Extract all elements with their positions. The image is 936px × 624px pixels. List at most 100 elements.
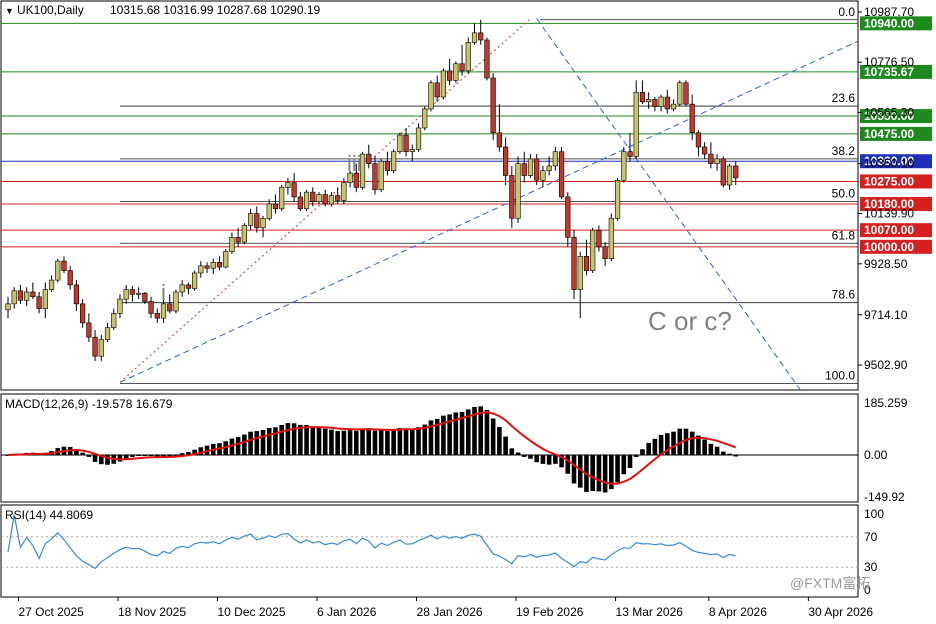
fib-level-label: 50.0 (832, 187, 856, 201)
macd-hist-bar (248, 431, 253, 455)
candle-body (366, 153, 372, 164)
x-axis-label: 27 Oct 2025 (18, 605, 84, 619)
macd-hist-bar (546, 455, 552, 465)
x-axis-label: 19 Feb 2026 (516, 605, 584, 619)
wave-label-i: i (161, 280, 166, 305)
candle-body (720, 158, 726, 186)
candle-body (478, 32, 484, 41)
macd-hist-bar (304, 425, 309, 455)
macd-hist-bar (322, 428, 328, 455)
macd-hist-bar (410, 428, 415, 455)
candle-body (148, 301, 154, 314)
candle-body (117, 298, 123, 314)
candle-body (664, 96, 670, 110)
rsi-axis-label: 100 (864, 507, 884, 521)
candle-body (86, 322, 92, 338)
candle-body (179, 284, 185, 293)
candle-body (552, 151, 558, 167)
macd-hist-bar (727, 453, 732, 455)
price-level-label: 10070.00 (864, 223, 914, 237)
candle-body (80, 303, 86, 324)
candle-body (490, 77, 496, 134)
macd-hist-bar (366, 428, 372, 455)
candle-body (565, 196, 571, 238)
macd-hist-bar (497, 426, 502, 455)
candle-body (235, 237, 241, 243)
wave-label-iii: iii (347, 151, 362, 176)
x-axis-label: 28 Jan 2026 (417, 605, 483, 619)
macd-hist-bar (640, 449, 645, 455)
candle-body (484, 39, 490, 79)
price-level-label: 10275.00 (864, 174, 914, 188)
candle-body (92, 336, 98, 357)
candle-body (192, 272, 198, 289)
macd-hist-bar (266, 428, 272, 455)
candle-body (646, 99, 652, 103)
candle-body (608, 217, 614, 260)
macd-hist-bar (347, 429, 353, 455)
macd-hist-bar (484, 410, 490, 455)
candle-body (24, 291, 30, 301)
candle-body (266, 203, 272, 219)
macd-hist-bar (503, 436, 508, 455)
macd-hist-bar (590, 455, 595, 491)
macd-hist-bar (646, 442, 651, 455)
candle-body (627, 151, 633, 157)
macd-hist-bar (136, 455, 141, 456)
macd-hist-bar (714, 446, 720, 455)
macd-hist-bar (378, 430, 384, 455)
macd-label: MACD(12,26,9) -19.578 16.679 (5, 397, 173, 411)
macd-hist-bar (279, 424, 284, 455)
rsi-axis-label: 30 (864, 560, 878, 574)
rsi-axis-label: 70 (864, 530, 878, 544)
candle-body (583, 256, 590, 271)
candle-body (708, 153, 714, 164)
macd-hist-bar (341, 430, 347, 455)
candle-body (527, 158, 534, 176)
candle-body (453, 63, 459, 81)
candle-body (55, 260, 61, 281)
candle-body (558, 151, 565, 198)
candle-body (397, 134, 403, 153)
candle-body (689, 103, 695, 134)
axis-tick-label: 10776.50 (864, 55, 914, 69)
macd-hist-bar (422, 424, 428, 455)
candle-body (633, 91, 639, 157)
macd-hist-bar (92, 455, 98, 462)
macd-hist-bar (509, 448, 515, 455)
x-axis-label: 8 Apr 2026 (709, 605, 767, 619)
candle-body (279, 187, 285, 210)
wave-label-c: C or c? (648, 306, 732, 336)
candle-body (465, 42, 471, 72)
axis-tick-label: 10139.90 (864, 207, 914, 221)
macd-hist-bar (142, 455, 148, 456)
candle-body (440, 70, 447, 98)
macd-axis-label: -149.92 (864, 490, 905, 504)
candle-body (509, 175, 515, 219)
candle-body (577, 256, 583, 290)
x-axis-label: 6 Jan 2026 (317, 605, 377, 619)
macd-hist-bar (596, 455, 602, 492)
fib-level-label: 0.0 (838, 5, 855, 19)
macd-hist-bar (521, 455, 527, 457)
axis-tick-label: 10565.30 (864, 105, 914, 119)
candle-body (714, 158, 720, 164)
axis-tick-label: 10987.70 (864, 5, 914, 19)
candle-body (602, 246, 608, 260)
candle-body (434, 82, 440, 98)
fib-level-label: 78.6 (832, 288, 856, 302)
macd-hist-bar (721, 451, 726, 455)
brand-watermark: @FXTM富拓 (790, 575, 870, 591)
candle-body (590, 229, 596, 271)
macd-hist-bar (179, 453, 185, 455)
candle-body (502, 146, 509, 176)
macd-hist-bar (627, 455, 633, 469)
price-level-label: 10000.00 (864, 240, 914, 254)
candle-body (378, 160, 384, 191)
macd-hist-bar (621, 455, 627, 475)
macd-hist-bar (260, 429, 266, 455)
macd-axis-label: 0.00 (864, 448, 888, 462)
candle-body (142, 292, 148, 302)
macd-hist-bar (528, 455, 533, 459)
macd-hist-bar (285, 423, 291, 455)
